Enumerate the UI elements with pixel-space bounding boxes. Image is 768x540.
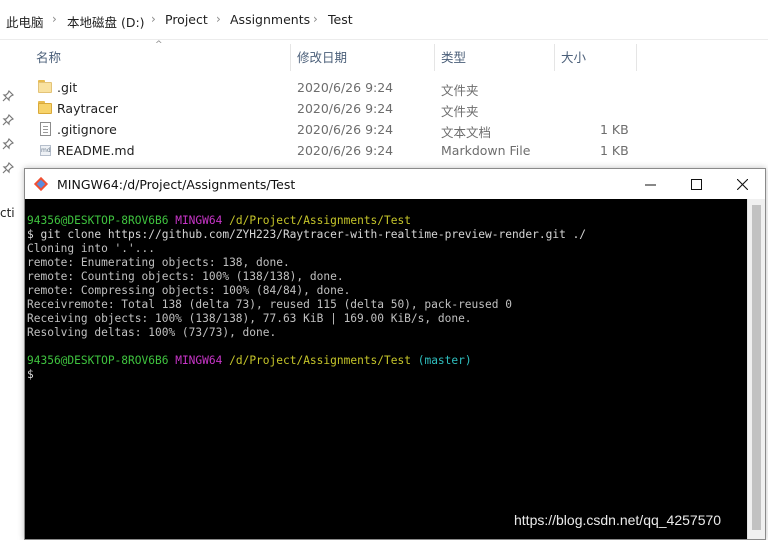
prompt-path: /d/Project/Assignments/Test	[229, 214, 411, 227]
output-line: Receivremote: Total 138 (delta 73), reus…	[27, 298, 512, 311]
pin-icon[interactable]	[2, 114, 14, 126]
file-type: Markdown File	[441, 143, 531, 158]
breadcrumb-drive-d[interactable]: 本地磁盘 (D:)	[67, 12, 145, 31]
terminal-window[interactable]: MINGW64:/d/Project/Assignments/Test 9435…	[24, 168, 766, 540]
prompt-user: 94356@DESKTOP-8ROV6B6	[27, 354, 169, 367]
watermark: https://blog.csdn.net/qq_4257570	[514, 512, 722, 528]
terminal-title-bar[interactable]: MINGW64:/d/Project/Assignments/Test	[25, 169, 765, 199]
file-type: 文件夹	[441, 104, 479, 119]
file-row-readme[interactable]: md README.md 2020/6/26 9:24 Markdown Fil…	[30, 140, 640, 161]
prompt-env: MINGW64	[175, 354, 223, 367]
file-date: 2020/6/26 9:24	[297, 122, 394, 137]
file-row-gitignore[interactable]: .gitignore 2020/6/26 9:24 文本文档 1 KB	[30, 119, 640, 140]
command-line: $ git clone https://github.com/ZYH223/Ra…	[27, 228, 587, 241]
markdown-file-icon: md	[40, 145, 51, 156]
text-file-icon	[38, 122, 54, 136]
folder-icon	[38, 101, 54, 115]
input-prompt[interactable]: $	[27, 368, 34, 382]
pin-icon[interactable]	[2, 162, 14, 174]
breadcrumb-separator: ›	[216, 12, 221, 26]
scrollbar-thumb[interactable]	[752, 205, 761, 530]
column-header-type[interactable]: 类型	[435, 44, 553, 71]
git-branch: (master)	[417, 354, 472, 367]
close-button[interactable]	[719, 169, 765, 199]
folder-icon	[38, 80, 54, 94]
prompt-path: /d/Project/Assignments/Test	[229, 354, 411, 367]
breadcrumb-separator: ›	[313, 12, 318, 26]
file-date: 2020/6/26 9:24	[297, 80, 394, 95]
output-line: remote: Counting objects: 100% (138/138)…	[27, 270, 344, 283]
file-type: 文件夹	[441, 83, 479, 98]
output-line: remote: Enumerating objects: 138, done.	[27, 256, 290, 269]
close-icon	[736, 178, 748, 190]
maximize-icon	[690, 178, 702, 190]
minimize-button[interactable]	[627, 169, 673, 199]
pin-icon[interactable]	[2, 138, 14, 150]
prompt-user: 94356@DESKTOP-8ROV6B6	[27, 214, 169, 227]
prompt-line: 94356@DESKTOP-8ROV6B6 MINGW64 /d/Project…	[27, 214, 411, 228]
breadcrumb-separator: ›	[151, 12, 156, 26]
output-line: remote: Compressing objects: 100% (84/84…	[27, 284, 351, 297]
file-name: Raytracer	[57, 101, 118, 116]
file-row-raytracer[interactable]: Raytracer 2020/6/26 9:24 文件夹	[30, 98, 640, 119]
file-date: 2020/6/26 9:24	[297, 101, 394, 116]
file-size: 1 KB	[600, 143, 629, 158]
output-line: Receiving objects: 100% (138/138), 77.63…	[27, 312, 472, 325]
column-header-date[interactable]: 修改日期	[291, 44, 433, 71]
file-date: 2020/6/26 9:24	[297, 143, 394, 158]
breadcrumb-assignments[interactable]: Assignments	[230, 12, 310, 27]
file-name: README.md	[57, 143, 135, 158]
file-name: .gitignore	[57, 122, 117, 137]
column-divider[interactable]	[636, 44, 637, 71]
git-bash-icon[interactable]	[33, 176, 49, 192]
minimize-icon	[644, 184, 656, 185]
breadcrumb-test[interactable]: Test	[328, 12, 353, 27]
terminal-scrollbar[interactable]	[747, 199, 765, 539]
terminal-title: MINGW64:/d/Project/Assignments/Test	[57, 177, 296, 192]
navigation-pane: cti	[0, 40, 20, 540]
output-line: Cloning into '.'...	[27, 242, 155, 255]
column-header-name[interactable]: 名称	[30, 44, 288, 71]
file-row-git[interactable]: .git 2020/6/26 9:24 文件夹	[30, 77, 640, 98]
address-bar[interactable]: 此电脑 › 本地磁盘 (D:) › Project › Assignments …	[0, 0, 768, 40]
output-line: Resolving deltas: 100% (73/73), done.	[27, 326, 277, 339]
terminal-console[interactable]: 94356@DESKTOP-8ROV6B6 MINGW64 /d/Project…	[25, 199, 747, 539]
prompt-env: MINGW64	[175, 214, 223, 227]
file-name: .git	[57, 80, 78, 95]
nav-item-truncated[interactable]: cti	[0, 206, 15, 220]
pin-icon[interactable]	[2, 90, 14, 102]
breadcrumb-separator: ›	[52, 12, 57, 26]
breadcrumb-this-pc[interactable]: 此电脑	[6, 12, 44, 31]
file-type: 文本文档	[441, 125, 492, 140]
maximize-button[interactable]	[673, 169, 719, 199]
column-header-size[interactable]: 大小	[555, 44, 635, 71]
file-size: 1 KB	[600, 122, 629, 137]
prompt-line: 94356@DESKTOP-8ROV6B6 MINGW64 /d/Project…	[27, 354, 472, 368]
breadcrumb-project[interactable]: Project	[165, 12, 208, 27]
